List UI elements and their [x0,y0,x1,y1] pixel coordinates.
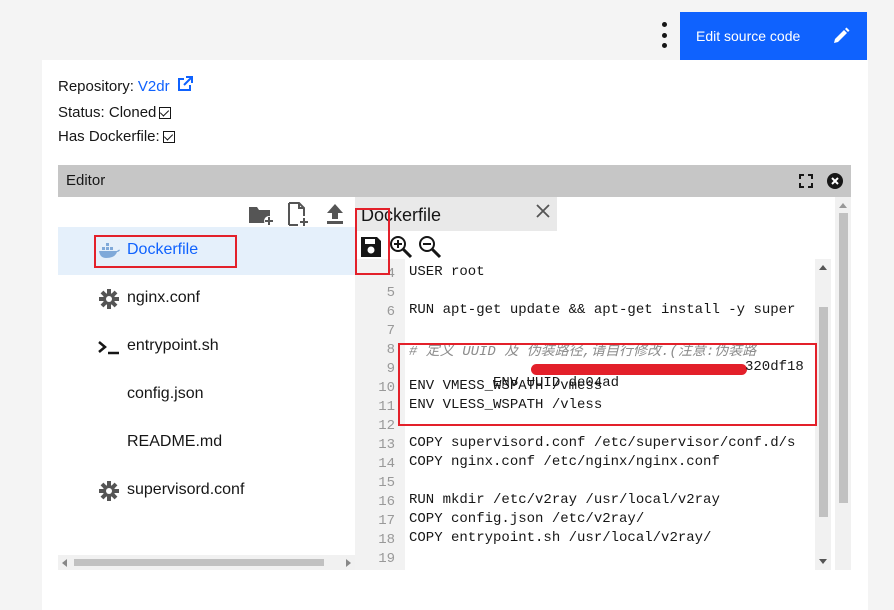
uuid-visible-suffix: 320df18 [745,359,804,375]
tree-item-nginx-conf[interactable]: nginx.conf [58,275,355,323]
editor-vertical-scrollbar[interactable] [835,197,851,570]
code-line-uuid: ENV UUID de04ad 320df18 [409,359,817,391]
scroll-left-arrow-icon[interactable] [62,559,67,567]
tree-item-readme-md[interactable]: README.md [58,419,355,467]
tree-item-label: config.json [127,385,204,402]
code-line: RUN mkdir /etc/v2ray /usr/local/v2ray [409,492,720,508]
tree-item-label: supervisord.conf [127,481,245,498]
line-number: 17 [378,513,395,529]
tree-horizontal-scrollbar[interactable] [58,555,355,570]
scrollbar-thumb[interactable] [839,213,848,503]
code-line: COPY config.json /etc/v2ray/ [409,511,645,527]
tree-item-config-json[interactable]: config.json [58,371,355,419]
code-line: RUN apt-get update && apt-get install -y… [409,302,796,318]
tree-item-supervisord-conf[interactable]: supervisord.conf [58,467,355,515]
line-number: 5 [386,285,395,301]
pencil-icon [834,27,850,43]
repository-card: Repository: V2dr Status: Cloned Has Dock… [42,60,868,610]
scroll-up-arrow-icon[interactable] [839,203,847,208]
line-number: 9 [386,361,395,377]
scrollbar-thumb[interactable] [74,559,324,566]
line-number: 6 [386,304,395,320]
dockerfile-label: Has Dockerfile: [58,128,160,145]
editor-title: Editor [66,172,106,189]
edit-button-label: Edit source code [696,28,801,44]
line-number: 4 [386,266,395,282]
external-link-icon[interactable] [176,75,194,93]
line-number: 10 [378,380,395,396]
line-number: 11 [378,399,395,415]
line-number: 14 [378,456,395,472]
status-label: Status: Cloned [58,104,157,121]
code-line: # 定义 UUID 及 伪装路径,请自行修改.(注意:伪装路 [409,344,757,360]
scroll-down-arrow-icon[interactable] [819,559,827,564]
code-editor[interactable]: USER root RUN apt-get update && apt-get … [405,259,817,570]
line-number: 7 [386,323,395,339]
code-line: COPY nginx.conf /etc/nginx/nginx.conf [409,454,720,470]
line-number: 19 [378,551,395,567]
close-tab-icon[interactable] [535,203,551,219]
edit-source-code-button[interactable]: Edit source code [680,12,867,60]
editor-panel: Editor Dockerfile nginx.conf entrypoint.… [58,165,851,570]
line-number: 12 [378,418,395,434]
repository-link[interactable]: V2dr [138,78,170,95]
dockerfile-row: Has Dockerfile: [58,128,175,145]
terminal-icon [98,341,119,355]
new-file-icon[interactable] [286,201,310,227]
code-line: ENV VMESS_WSPATH /vmess [409,378,603,394]
code-line: COPY supervisord.conf /etc/supervisor/co… [409,435,796,451]
tree-item-label: nginx.conf [127,289,200,306]
line-number: 8 [386,342,395,358]
file-tree: Dockerfile nginx.conf entrypoint.sh conf… [58,197,355,570]
dockerfile-checkbox [162,130,175,143]
fullscreen-icon[interactable] [799,174,813,188]
repository-label: Repository: [58,78,134,95]
line-number: 13 [378,437,395,453]
scrollbar-thumb[interactable] [819,307,828,517]
gear-icon [99,289,119,309]
status-checkbox [159,106,172,119]
line-number: 16 [378,494,395,510]
code-vertical-scrollbar[interactable] [815,259,831,570]
repository-row: Repository: V2dr [58,75,194,95]
scroll-up-arrow-icon[interactable] [819,265,827,270]
zoom-in-icon[interactable] [389,235,413,259]
tree-item-label: README.md [127,433,223,450]
new-folder-icon[interactable] [248,203,274,227]
tab-label: Dockerfile [361,205,442,225]
tree-item-dockerfile[interactable]: Dockerfile [58,227,355,275]
close-editor-icon[interactable] [827,173,843,189]
status-row: Status: Cloned [58,104,172,121]
code-line: USER root [409,264,485,280]
save-icon[interactable] [359,235,383,259]
top-bar: Edit source code [0,0,894,60]
code-line: ENV VLESS_WSPATH /vless [409,397,603,413]
zoom-out-icon[interactable] [418,235,442,259]
upload-icon[interactable] [324,202,346,226]
line-number: 18 [378,532,395,548]
scroll-right-arrow-icon[interactable] [346,559,351,567]
redaction-bar [531,364,747,375]
tab-dockerfile[interactable]: Dockerfile [355,197,557,231]
code-pane: Dockerfile 4 5 6 7 8 9 10 11 12 13 14 15… [355,197,851,570]
code-line: COPY entrypoint.sh /usr/local/v2ray/ [409,530,712,546]
overflow-menu-icon[interactable] [654,22,674,48]
tree-item-entrypoint-sh[interactable]: entrypoint.sh [58,323,355,371]
editor-header: Editor [58,165,851,197]
line-number-gutter: 4 5 6 7 8 9 10 11 12 13 14 15 16 17 18 1… [355,259,405,570]
gear-icon [99,481,119,501]
tree-item-label: entrypoint.sh [127,337,219,354]
line-number: 15 [378,475,395,491]
tree-item-label: Dockerfile [127,241,199,258]
docker-icon [99,243,120,258]
